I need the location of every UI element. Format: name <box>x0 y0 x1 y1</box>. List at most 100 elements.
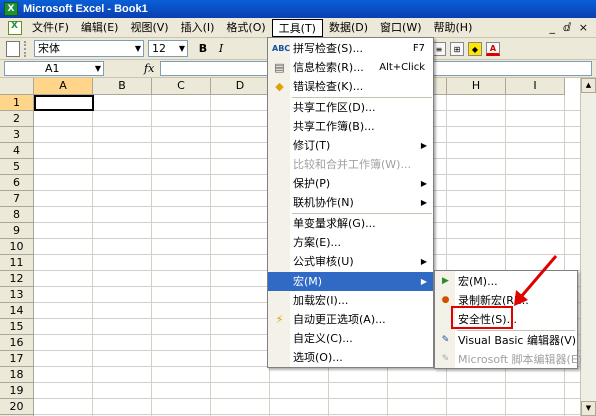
menu-item-share-workbook[interactable]: 共享工作簿(B)... <box>268 117 433 136</box>
menu-item-label: 共享工作簿(B)... <box>293 120 375 133</box>
name-box[interactable]: A1 ▼ <box>4 61 104 76</box>
menu-item-scenarios[interactable]: 方案(E)... <box>268 233 433 252</box>
row-header[interactable]: 20 <box>0 399 34 415</box>
scroll-down-icon[interactable]: ▼ <box>581 401 596 416</box>
menu-item-label: 单变量求解(G)... <box>293 217 376 230</box>
menu-item-error-check[interactable]: ◆ 错误检查(K)... <box>268 77 433 96</box>
row-header[interactable]: 16 <box>0 335 34 351</box>
minimize-button[interactable]: _ <box>549 21 555 34</box>
row-header[interactable]: 11 <box>0 255 34 271</box>
indent-icon[interactable]: ≡ <box>432 42 446 56</box>
row-header[interactable]: 5 <box>0 159 34 175</box>
menu-item-customize[interactable]: 自定义(C)... <box>268 329 433 348</box>
menu-bar: 文件(F) 编辑(E) 视图(V) 插入(I) 格式(O) 工具(T) 数据(D… <box>0 18 596 38</box>
restore-button[interactable]: ⅆ <box>563 21 571 34</box>
submenu-arrow-icon: ▶ <box>420 198 427 207</box>
menu-item-label: 拼写检查(S)... <box>293 42 364 55</box>
submenu-arrow-icon: ▶ <box>420 141 427 150</box>
excel-icon: X <box>4 2 18 16</box>
play-icon: ▶ <box>442 276 449 286</box>
name-box-value: A1 <box>45 62 60 75</box>
column-header[interactable]: D <box>211 78 270 95</box>
menu-item-protection[interactable]: 保护(P) ▶ <box>268 174 433 193</box>
row-headers: 1 2 3 4 5 6 7 8 9 10 11 12 13 14 15 16 1… <box>0 95 34 416</box>
menu-item-label: 共享工作区(D)... <box>293 101 376 114</box>
menu-item-online-collaboration[interactable]: 联机协作(N) ▶ <box>268 193 433 212</box>
menu-item-shared-workspace[interactable]: 共享工作区(D)... <box>268 98 433 117</box>
fill-color-icon[interactable]: ◆ <box>468 42 482 56</box>
menu-view[interactable]: 视图(V) <box>124 19 174 37</box>
submenu-item-macros[interactable]: ▶ 宏(M)... <box>435 272 577 291</box>
vertical-scrollbar[interactable]: ▲ ▼ <box>580 78 596 416</box>
active-cell[interactable] <box>34 95 94 111</box>
menu-file[interactable]: 文件(F) <box>26 19 75 37</box>
close-button[interactable]: × <box>579 21 588 34</box>
menu-item-goal-seek[interactable]: 单变量求解(G)... <box>268 214 433 233</box>
menu-item-label: 选项(O)... <box>293 351 343 364</box>
row-header[interactable]: 14 <box>0 303 34 319</box>
menu-item-autocorrect[interactable]: ⚡ 自动更正选项(A)... <box>268 310 433 329</box>
menu-insert[interactable]: 插入(I) <box>175 19 221 37</box>
submenu-item-script-editor: ✎ Microsoft 脚本编辑器(E) <box>435 350 582 369</box>
italic-button[interactable]: I <box>212 40 230 58</box>
research-icon: ▤ <box>274 61 285 74</box>
menu-window[interactable]: 窗口(W) <box>374 19 427 37</box>
workbook-icon[interactable] <box>8 20 22 35</box>
submenu-item-vb-editor[interactable]: ✎ Visual Basic 编辑器(V) <box>435 331 577 350</box>
submenu-arrow-icon: ▶ <box>420 277 427 286</box>
menu-tools[interactable]: 工具(T) <box>271 18 323 37</box>
menu-item-options[interactable]: 选项(O)... <box>268 348 433 367</box>
menu-item-research[interactable]: ▤ 信息检索(R)... Alt+Click <box>268 58 433 77</box>
shortcut-label: Alt+Click <box>379 62 425 73</box>
menu-edit[interactable]: 编辑(E) <box>75 19 125 37</box>
row-header[interactable]: 1 <box>0 95 34 111</box>
menu-item-macro[interactable]: 宏(M) ▶ <box>268 272 433 291</box>
bold-button[interactable]: B <box>194 40 212 58</box>
row-header[interactable]: 7 <box>0 191 34 207</box>
menu-format[interactable]: 格式(O) <box>220 19 271 37</box>
chevron-down-icon: ▼ <box>94 64 101 73</box>
menu-item-track-changes[interactable]: 修订(T) ▶ <box>268 136 433 155</box>
borders-icon[interactable]: ⊞ <box>450 42 464 56</box>
font-color-button[interactable]: A <box>486 42 500 56</box>
toolbar-grip[interactable] <box>24 40 30 57</box>
row-header[interactable]: 2 <box>0 111 34 127</box>
menu-item-spellcheck[interactable]: ABC 拼写检查(S)... F7 <box>268 39 433 58</box>
row-header[interactable]: 4 <box>0 143 34 159</box>
new-document-icon[interactable] <box>6 40 20 57</box>
row-header[interactable]: 19 <box>0 383 34 399</box>
row-header[interactable]: 9 <box>0 223 34 239</box>
column-header[interactable]: C <box>152 78 211 95</box>
menu-item-label: 联机协作(N) <box>293 196 354 209</box>
row-header[interactable]: 18 <box>0 367 34 383</box>
menu-item-label: 自定义(C)... <box>293 332 353 345</box>
select-all-corner[interactable] <box>0 78 34 95</box>
menu-item-label: Visual Basic 编辑器(V) <box>458 334 577 347</box>
menu-item-label: Microsoft 脚本编辑器(E) <box>458 353 583 366</box>
font-name-value: 宋体 <box>38 42 60 55</box>
row-header[interactable]: 17 <box>0 351 34 367</box>
font-name-select[interactable]: 宋体 ▼ <box>34 40 144 57</box>
row-header[interactable]: 15 <box>0 319 34 335</box>
row-header[interactable]: 6 <box>0 175 34 191</box>
menu-data[interactable]: 数据(D) <box>323 19 374 37</box>
spellcheck-icon: ABC <box>272 44 291 53</box>
menu-help[interactable]: 帮助(H) <box>428 19 479 37</box>
row-header[interactable]: 10 <box>0 239 34 255</box>
function-icon[interactable]: fx <box>144 62 154 75</box>
row-header[interactable]: 3 <box>0 127 34 143</box>
row-header[interactable]: 12 <box>0 271 34 287</box>
vb-editor-icon: ✎ <box>441 335 450 345</box>
scroll-up-icon[interactable]: ▲ <box>581 78 596 93</box>
column-header[interactable]: A <box>34 78 93 95</box>
column-header[interactable]: B <box>93 78 152 95</box>
column-header[interactable]: H <box>447 78 506 95</box>
chevron-down-icon: ▼ <box>178 44 185 53</box>
row-header[interactable]: 8 <box>0 207 34 223</box>
font-size-select[interactable]: 12 ▼ <box>148 40 188 57</box>
row-header[interactable]: 13 <box>0 287 34 303</box>
menu-item-formula-auditing[interactable]: 公式审核(U) ▶ <box>268 252 433 271</box>
column-header[interactable]: I <box>506 78 565 95</box>
menu-item-label: 保护(P) <box>293 177 331 190</box>
menu-item-add-ins[interactable]: 加载宏(I)... <box>268 291 433 310</box>
